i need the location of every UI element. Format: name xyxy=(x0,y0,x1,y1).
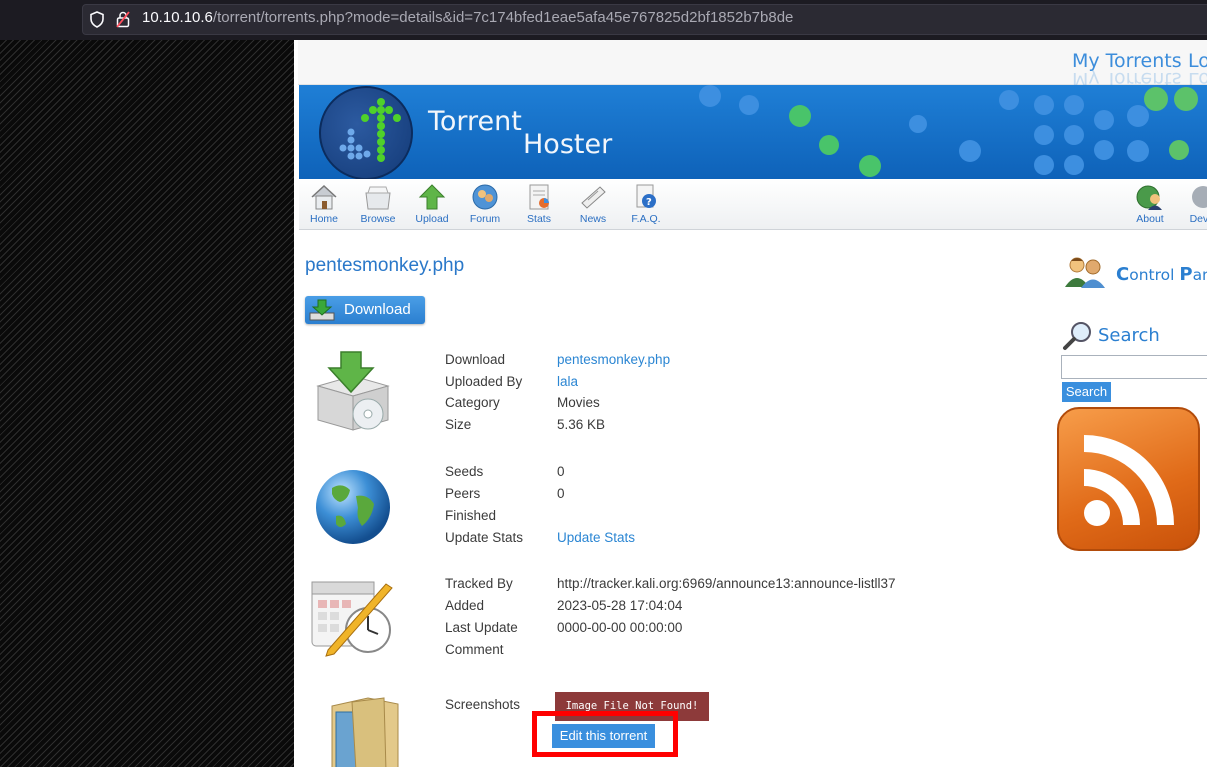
faq-icon: ? xyxy=(636,184,656,208)
brand-torrent: Torrent xyxy=(428,106,522,137)
nav-forum-label: Forum xyxy=(469,213,501,225)
torrent-title: pentesmonkey.php xyxy=(305,255,465,276)
package-cd-icon xyxy=(316,351,390,431)
update-stats-link[interactable]: Update Stats xyxy=(557,530,635,545)
nav-browse-label: Browse xyxy=(360,213,396,225)
rss-icon xyxy=(1084,435,1174,526)
label-seeds: Seeds xyxy=(445,464,484,479)
search-input[interactable] xyxy=(1061,355,1207,379)
site-logo xyxy=(319,86,413,179)
cp-letter-p: P xyxy=(1179,264,1193,285)
download-button[interactable]: Download xyxy=(305,296,425,324)
label-uploaded-by: Uploaded By xyxy=(445,374,523,389)
my-torrents-link[interactable]: My Torrents My Torrents xyxy=(1072,50,1182,90)
home-icon xyxy=(311,184,337,210)
insecure-lock-icon[interactable] xyxy=(116,11,130,28)
forum-icon xyxy=(472,184,498,210)
label-download: Download xyxy=(445,352,506,367)
label-last-update: Last Update xyxy=(445,620,518,635)
main-nav: Home Browse Upload Forum Stats News ? F.… xyxy=(299,179,1207,230)
seeds-value: 0 xyxy=(557,464,565,479)
top-links-bar: My Torrents My Torrents Log Log xyxy=(298,40,1207,90)
last-update-value: 0000-00-00 00:00:00 xyxy=(557,620,683,635)
magnifier-icon xyxy=(1063,322,1091,350)
background-pattern xyxy=(0,40,294,767)
cp-text-2: anel xyxy=(1192,266,1207,284)
logout-link[interactable]: Log Log xyxy=(1188,50,1207,90)
nav-faq[interactable]: ? F.A.Q. xyxy=(624,183,668,225)
nav-upload-label: Upload xyxy=(415,213,449,225)
peers-value: 0 xyxy=(557,486,565,501)
web-page: My Torrents My Torrents Log Log Torrent … xyxy=(294,40,1207,767)
stats-icon xyxy=(529,184,549,210)
added-value: 2023-05-28 17:04:04 xyxy=(557,598,683,613)
browser-toolbar: 10.10.10.6/torrent/torrents.php?mode=det… xyxy=(0,0,1207,40)
download-file-link[interactable]: pentesmonkey.php xyxy=(557,352,670,367)
upload-icon xyxy=(418,184,446,210)
nav-about[interactable]: About xyxy=(1128,183,1172,225)
nav-forum[interactable]: Forum xyxy=(463,183,507,225)
url-path: /torrent/torrents.php?mode=details&id=7c… xyxy=(212,9,794,26)
download-button-label: Download xyxy=(344,301,411,318)
nav-devel[interactable]: Devel xyxy=(1181,183,1207,225)
tracker-value: http://tracker.kali.org:6969/announce13:… xyxy=(557,576,896,591)
label-update-stats: Update Stats xyxy=(445,530,524,545)
label-size: Size xyxy=(445,417,472,432)
nav-devel-label: Devel xyxy=(1189,213,1207,225)
nav-about-label: About xyxy=(1136,213,1164,225)
label-comment: Comment xyxy=(445,642,504,657)
nav-browse[interactable]: Browse xyxy=(356,183,400,225)
logo-arrow-icon xyxy=(339,98,401,162)
label-tracked-by: Tracked By xyxy=(445,576,513,591)
folder-images-icon xyxy=(331,697,399,767)
globe-icon xyxy=(316,470,390,544)
edit-torrent-button[interactable]: Edit this torrent xyxy=(552,724,655,748)
shield-icon[interactable] xyxy=(90,11,104,28)
cp-letter-c: C xyxy=(1116,264,1130,285)
nav-upload[interactable]: Upload xyxy=(410,183,454,225)
label-screenshots: Screenshots xyxy=(445,697,521,712)
control-panel-link[interactable]: Control Panel xyxy=(1116,264,1207,285)
size-value: 5.36 KB xyxy=(557,417,606,432)
news-icon xyxy=(581,186,606,209)
search-button[interactable]: Search xyxy=(1062,382,1111,402)
url-text[interactable]: 10.10.10.6/torrent/torrents.php?mode=det… xyxy=(142,9,793,26)
cp-text-1: ontrol xyxy=(1129,266,1180,284)
nav-home-label: Home xyxy=(309,213,338,225)
label-peers: Peers xyxy=(445,486,481,501)
nav-home[interactable]: Home xyxy=(302,183,346,225)
url-host: 10.10.10.6 xyxy=(142,9,213,26)
label-added: Added xyxy=(445,598,485,613)
search-heading: Search xyxy=(1098,325,1160,346)
nav-faq-label: F.A.Q. xyxy=(631,213,661,225)
download-arrow-icon xyxy=(309,299,335,321)
site-banner: Torrent Hoster xyxy=(299,85,1207,179)
nav-news-label: News xyxy=(579,213,607,225)
brand-hoster: Hoster xyxy=(523,129,613,160)
svg-text:?: ? xyxy=(646,197,652,208)
about-icon xyxy=(1136,185,1162,210)
calendar-clock-icon xyxy=(311,581,393,657)
nav-stats-label: Stats xyxy=(527,213,551,225)
browse-icon xyxy=(365,186,391,210)
nav-news[interactable]: News xyxy=(571,183,615,225)
users-icon xyxy=(1065,257,1105,288)
label-finished: Finished xyxy=(445,508,497,523)
developer-icon xyxy=(1192,186,1207,208)
rss-feed-link[interactable] xyxy=(1057,407,1200,551)
category-value: Movies xyxy=(557,395,600,410)
uploader-link[interactable]: lala xyxy=(557,374,578,389)
label-category: Category xyxy=(445,395,500,410)
nav-stats[interactable]: Stats xyxy=(517,183,561,225)
